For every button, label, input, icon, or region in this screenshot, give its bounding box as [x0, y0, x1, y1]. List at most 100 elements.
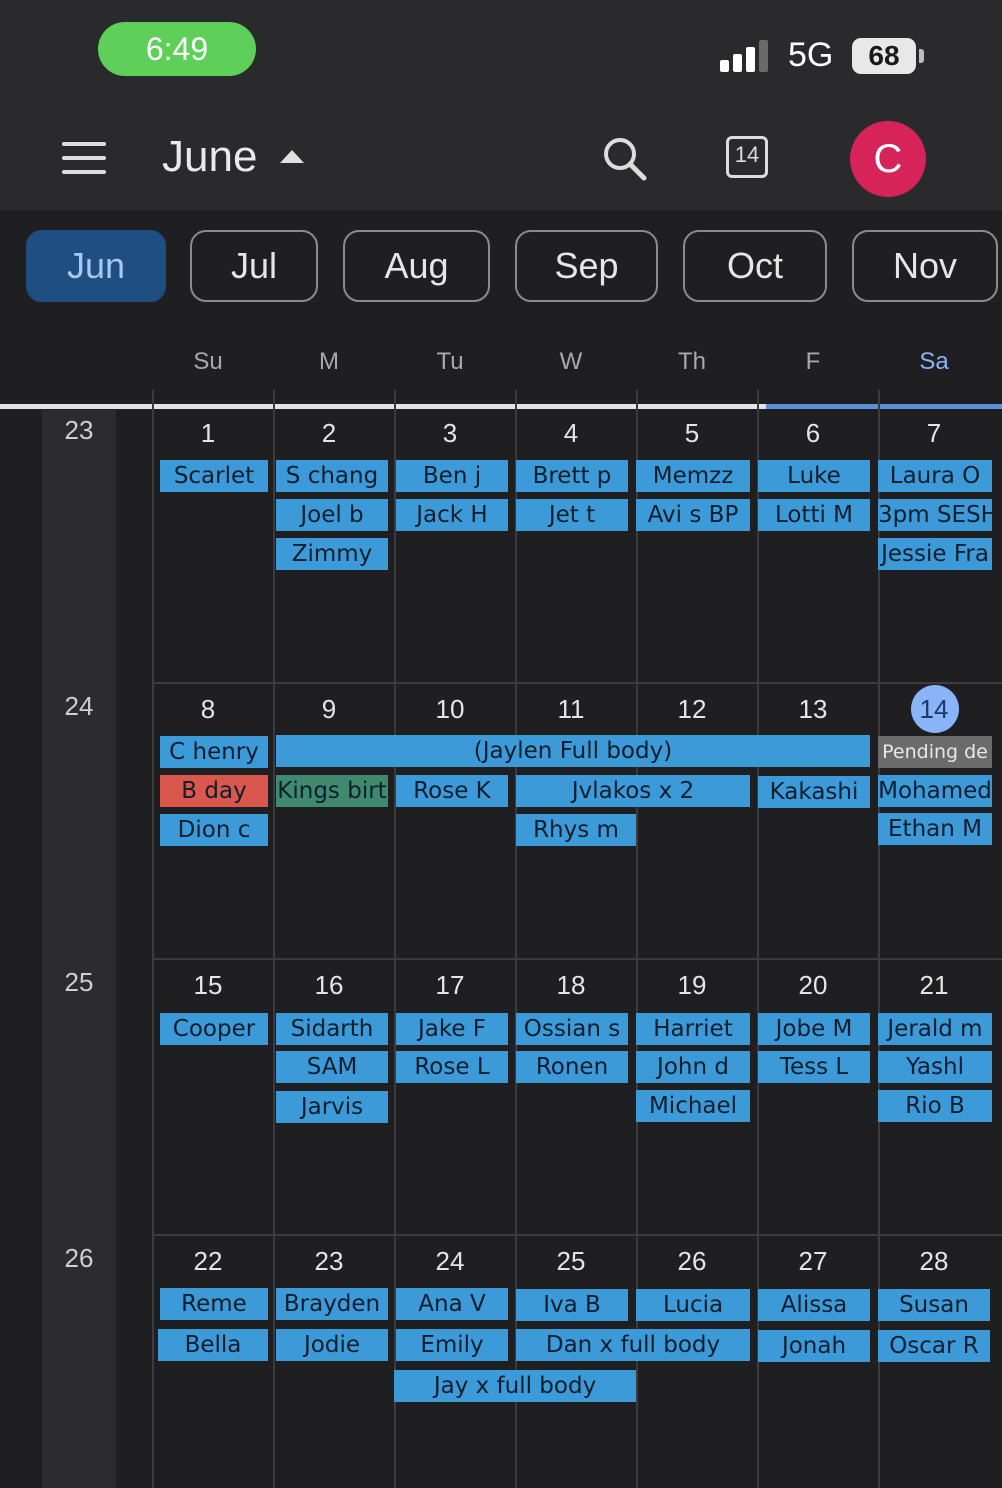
event-chip[interactable]: Alissa	[758, 1289, 870, 1321]
event-chip[interactable]: Dion c	[160, 814, 268, 846]
day-number[interactable]: 19	[632, 970, 752, 1001]
event-chip[interactable]: Rhys m	[516, 814, 636, 846]
event-chip[interactable]: Rio B	[878, 1090, 992, 1122]
event-chip[interactable]: Susan	[878, 1289, 990, 1321]
event-chip-multiday[interactable]: Dan x full body	[516, 1329, 750, 1361]
day-number[interactable]: 28	[874, 1246, 994, 1277]
event-chip[interactable]: Kakashi	[758, 776, 870, 808]
event-chip[interactable]: Zimmy	[276, 538, 388, 570]
event-chip[interactable]: Kings birt	[276, 775, 388, 807]
day-number[interactable]: 8	[148, 694, 268, 725]
day-number[interactable]: 15	[148, 970, 268, 1001]
day-number[interactable]: 12	[632, 694, 752, 725]
event-chip[interactable]: B day	[160, 775, 268, 807]
event-chip[interactable]: Lotti M	[758, 499, 870, 531]
event-chip[interactable]: SAM	[276, 1051, 388, 1083]
event-chip[interactable]: Harriet	[636, 1013, 750, 1045]
event-chip[interactable]: Yashl	[878, 1051, 992, 1083]
event-chip[interactable]: Jarvis	[276, 1091, 388, 1123]
event-chip[interactable]: Jack H	[396, 499, 508, 531]
event-chip[interactable]: Oscar R	[878, 1330, 990, 1362]
day-number[interactable]: 7	[874, 418, 994, 449]
day-number[interactable]: 11	[511, 694, 631, 725]
event-chip[interactable]: Jake F	[396, 1013, 508, 1045]
event-chip[interactable]: Ossian s	[516, 1013, 628, 1045]
event-chip[interactable]: Joel b	[276, 499, 388, 531]
avatar[interactable]: C	[850, 121, 926, 197]
event-chip[interactable]: Tess L	[758, 1051, 870, 1083]
month-title[interactable]: June	[162, 132, 257, 182]
event-chip[interactable]: Bella	[158, 1329, 268, 1361]
day-number[interactable]: 16	[269, 970, 389, 1001]
day-number[interactable]: 1	[148, 418, 268, 449]
event-chip[interactable]: Jet t	[516, 499, 628, 531]
event-chip[interactable]: Michael	[636, 1090, 750, 1122]
event-chip[interactable]: Lucia	[636, 1289, 750, 1321]
event-chip[interactable]: 3pm SESH	[878, 499, 992, 531]
month-chip-jun[interactable]: Jun	[26, 230, 166, 302]
day-number[interactable]: 27	[753, 1246, 873, 1277]
search-icon[interactable]	[600, 134, 650, 184]
event-chip[interactable]: Reme	[160, 1288, 268, 1320]
day-number[interactable]: 17	[390, 970, 510, 1001]
day-number[interactable]: 25	[511, 1246, 631, 1277]
event-chip[interactable]: Jobe M	[758, 1013, 870, 1045]
day-number[interactable]: 13	[753, 694, 873, 725]
day-number[interactable]: 3	[390, 418, 510, 449]
day-number[interactable]: 5	[632, 418, 752, 449]
month-chip-sep[interactable]: Sep	[515, 230, 658, 302]
event-chip[interactable]: Iva B	[516, 1289, 628, 1321]
weekday-thu: Th	[677, 348, 706, 375]
event-chip-multiday[interactable]: Jay x full body	[394, 1370, 636, 1402]
event-chip[interactable]: Sidarth	[276, 1013, 388, 1045]
day-number[interactable]: 26	[632, 1246, 752, 1277]
event-chip[interactable]: Rose K	[396, 775, 508, 807]
day-number-today[interactable]: 14	[874, 694, 994, 725]
menu-icon[interactable]	[62, 142, 106, 174]
event-chip[interactable]: Luke	[758, 460, 870, 492]
day-number[interactable]: 2	[269, 418, 389, 449]
event-chip[interactable]: Jessie Fra	[878, 538, 992, 570]
event-chip-pending[interactable]: Pending de	[878, 736, 992, 768]
event-chip[interactable]: Ronen	[516, 1051, 628, 1083]
today-calendar-icon[interactable]: 14	[724, 132, 774, 182]
event-chip[interactable]: Jodie	[276, 1329, 388, 1361]
event-chip[interactable]: Jerald m	[878, 1013, 992, 1045]
event-chip-multiday[interactable]: (Jaylen Full body)	[276, 735, 870, 767]
day-number[interactable]: 6	[753, 418, 873, 449]
day-number[interactable]: 18	[511, 970, 631, 1001]
event-chip[interactable]: S chang	[276, 460, 388, 492]
month-chip-jul[interactable]: Jul	[190, 230, 318, 302]
event-chip[interactable]: Ben j	[396, 460, 508, 492]
caret-up-icon[interactable]	[280, 150, 304, 163]
day-number[interactable]: 9	[269, 694, 389, 725]
event-chip[interactable]: Jonah	[758, 1330, 870, 1362]
day-number[interactable]: 22	[148, 1246, 268, 1277]
day-number[interactable]: 20	[753, 970, 873, 1001]
event-chip[interactable]: Emily	[396, 1329, 508, 1361]
event-chip[interactable]: Ana V	[396, 1288, 508, 1320]
month-chip-nov[interactable]: Nov	[852, 230, 998, 302]
event-chip[interactable]: Ethan M	[878, 813, 992, 845]
day-number[interactable]: 24	[390, 1246, 510, 1277]
event-chip[interactable]: Brayden	[276, 1288, 388, 1320]
event-chip[interactable]: John d	[636, 1051, 750, 1083]
event-chip[interactable]: Memzz	[636, 460, 750, 492]
event-chip-multiday[interactable]: Jvlakos x 2	[516, 775, 750, 807]
month-chip-oct[interactable]: Oct	[683, 230, 827, 302]
event-chip[interactable]: Scarlet	[160, 460, 268, 492]
top-bar: 6:49 5G 68 June 14 C	[0, 0, 1002, 210]
event-chip[interactable]: Rose L	[396, 1051, 508, 1083]
battery-tip	[919, 49, 924, 63]
month-chip-aug[interactable]: Aug	[343, 230, 490, 302]
day-number[interactable]: 23	[269, 1246, 389, 1277]
event-chip[interactable]: Cooper	[160, 1013, 268, 1045]
day-number[interactable]: 10	[390, 694, 510, 725]
day-number[interactable]: 21	[874, 970, 994, 1001]
event-chip[interactable]: Mohamed	[878, 775, 992, 807]
event-chip[interactable]: C henry	[160, 736, 268, 768]
day-number[interactable]: 4	[511, 418, 631, 449]
event-chip[interactable]: Laura O	[878, 460, 992, 492]
event-chip[interactable]: Avi s BP	[636, 499, 750, 531]
event-chip[interactable]: Brett p	[516, 460, 628, 492]
